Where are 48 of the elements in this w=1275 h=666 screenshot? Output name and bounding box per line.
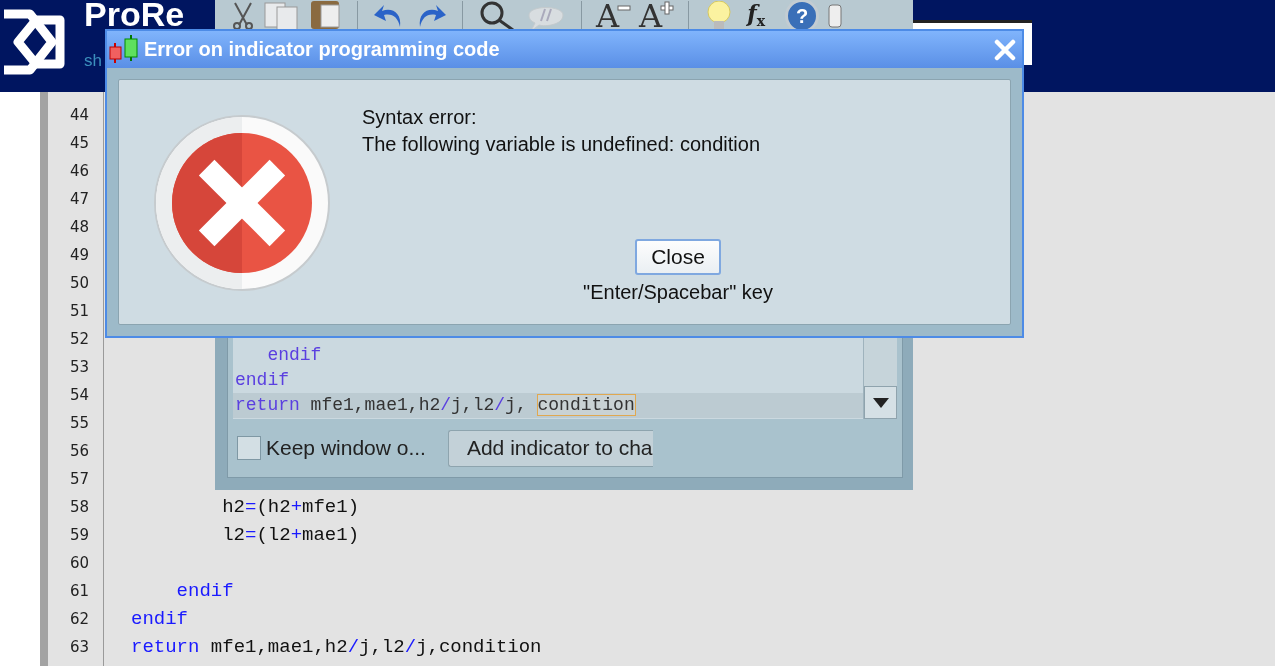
line-number: 61 [68, 582, 89, 600]
code-line: h2=(h2+mfe1) [221, 496, 360, 518]
dialog-title: Error on indicator programming code [144, 38, 501, 61]
line-number: 60 [68, 554, 89, 572]
add-indicator-button[interactable]: Add indicator to cha [447, 429, 653, 467]
code-line: endif [131, 608, 188, 630]
checkbox[interactable] [237, 436, 261, 460]
key-hint: "Enter/Spacebar" key [583, 281, 773, 304]
line-number: 49 [68, 246, 89, 264]
line-number: 56 [68, 442, 89, 460]
copy-icon[interactable] [263, 1, 301, 31]
paste-icon[interactable] [309, 1, 343, 31]
line-number: 53 [68, 358, 89, 376]
close-button[interactable]: Close [635, 239, 721, 275]
code-line: endif [175, 580, 234, 602]
code-line: endif [266, 344, 323, 367]
code-line: endif [234, 369, 290, 392]
checkbox-label: Keep window o... [266, 436, 426, 460]
logo-text: ProRe [84, 0, 185, 29]
line-number: 55 [68, 414, 89, 432]
line-number: 44 [68, 106, 89, 124]
text-smaller-button[interactable]: A [596, 1, 632, 31]
line-number: 57 [68, 470, 89, 488]
line-number: 59 [68, 526, 89, 544]
error-message: The following variable is undefined: condition [362, 132, 762, 157]
caret-icon [872, 397, 889, 408]
cylinder-icon[interactable] [827, 1, 844, 31]
candlestick-icon [108, 34, 140, 65]
line-number: 54 [68, 386, 89, 404]
code-line: return mfe1,mae1,h2/j,l2/j,condition [131, 636, 542, 658]
line-number: 46 [68, 162, 89, 180]
line-number: 50 [68, 274, 89, 292]
line-number: 51 [68, 302, 89, 320]
text-larger-button[interactable]: A [639, 1, 675, 31]
error-icon [153, 114, 331, 292]
scissors-icon[interactable] [231, 1, 255, 31]
close-icon[interactable] [994, 38, 1016, 61]
scroll-down-button[interactable] [864, 386, 897, 419]
line-number: 58 [68, 498, 89, 516]
line-number: 47 [68, 190, 89, 208]
line-number: 48 [68, 218, 89, 236]
code-line: l2=(l2+mae1) [221, 524, 360, 546]
error-message: Syntax error: [362, 105, 478, 130]
line-number: 52 [68, 330, 89, 348]
line-number: 63 [68, 638, 89, 656]
line-number: 62 [68, 610, 89, 628]
tagline: sh [84, 52, 102, 70]
line-number: 45 [68, 134, 89, 152]
